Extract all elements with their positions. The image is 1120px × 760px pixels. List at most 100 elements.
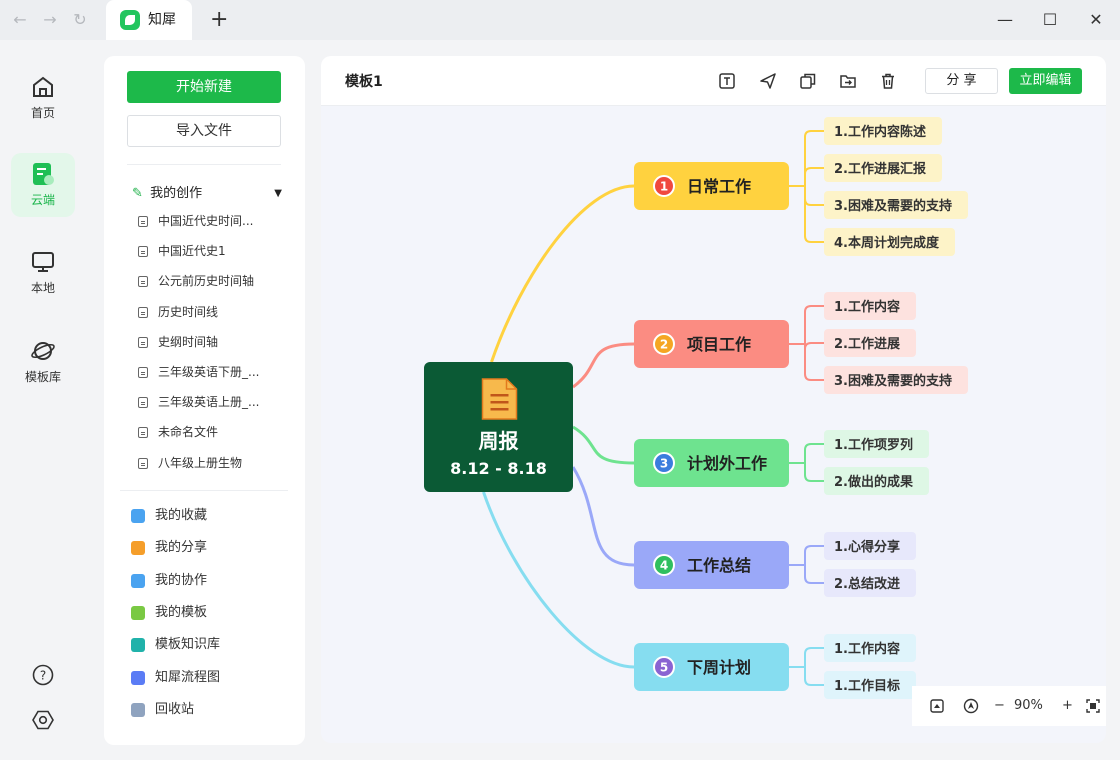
fit-screen-icon[interactable] xyxy=(1086,699,1100,713)
text-icon[interactable] xyxy=(718,72,736,90)
import-button[interactable]: 导入文件 xyxy=(127,115,281,147)
new-button[interactable]: 开始新建 xyxy=(127,71,281,103)
leaf-node[interactable]: 1.工作内容 xyxy=(824,292,916,320)
zoom-in-button[interactable]: + xyxy=(1062,696,1073,716)
branch-node[interactable]: 4 工作总结 xyxy=(634,541,789,589)
file-item[interactable]: 三年级英语下册_... xyxy=(134,357,284,387)
rail-item-templates[interactable]: 模板库 xyxy=(11,330,75,394)
leaf-connector xyxy=(804,678,824,686)
leaf-node[interactable]: 2.总结改进 xyxy=(824,569,916,597)
file-item[interactable]: 中国近代史时间... xyxy=(134,206,284,236)
leaf-node[interactable]: 4.本周计划完成度 xyxy=(824,228,955,256)
file-item[interactable]: 史纲时间轴 xyxy=(134,327,284,357)
zoom-bar: − 90% + xyxy=(912,686,1106,726)
file-item[interactable]: 八年级上册生物 xyxy=(134,448,284,478)
rail-item-local[interactable]: 本地 xyxy=(11,241,75,305)
minimize-icon[interactable]: — xyxy=(993,8,1017,32)
branch-node[interactable]: 2 项目工作 xyxy=(634,320,789,368)
file-item[interactable]: 未命名文件 xyxy=(134,417,284,447)
caret-down-icon[interactable]: ▼ xyxy=(274,184,282,204)
branch-connector xyxy=(572,425,635,465)
leaf-connector xyxy=(804,474,824,482)
file-item[interactable]: 三年级英语上册_... xyxy=(134,387,284,417)
app-logo-icon xyxy=(120,10,140,30)
edit-now-button[interactable]: 立即编辑 xyxy=(1009,68,1082,94)
locate-icon[interactable] xyxy=(963,698,979,714)
doc-icon xyxy=(138,276,148,288)
sidebar-menu-item[interactable]: 我的分享 xyxy=(131,538,207,558)
maximize-icon[interactable]: ☐ xyxy=(1038,8,1062,32)
my-create-folder[interactable]: ✎ 我的创作 ▼ xyxy=(132,184,282,204)
sidebar-menu-item[interactable]: 我的模板 xyxy=(131,603,207,623)
menu-label: 我的协作 xyxy=(155,572,208,588)
root-node[interactable]: 周报 8.12 - 8.18 xyxy=(424,362,573,492)
branch-number: 3 xyxy=(660,457,668,471)
template-icon xyxy=(131,605,145,620)
branch-node[interactable]: 3 计划外工作 xyxy=(634,439,789,487)
leaf-node[interactable]: 1.工作目标 xyxy=(824,671,916,699)
leaf-label: 1.工作项罗列 xyxy=(834,437,913,453)
leaf-label: 2.工作进展汇报 xyxy=(834,161,927,177)
branch-label: 计划外工作 xyxy=(687,454,767,473)
file-item[interactable]: 公元前历史时间轴 xyxy=(134,266,284,296)
new-tab-button[interactable]: + xyxy=(210,8,228,32)
sidebar-menu-item[interactable]: 知犀流程图 xyxy=(131,668,220,688)
sidebar-menu-item[interactable]: 回收站 xyxy=(131,700,194,720)
leaf-node[interactable]: 3.困难及需要的支持 xyxy=(824,366,968,394)
file-item[interactable]: 历史时间线 xyxy=(134,297,284,327)
branch-node[interactable]: 1 日常工作 xyxy=(634,162,789,210)
help-icon[interactable]: ? xyxy=(32,664,54,686)
tab-zhixi[interactable]: 知犀 xyxy=(106,0,192,40)
leaf-node[interactable]: 2.工作进展 xyxy=(824,329,916,357)
share-button[interactable]: 分 享 xyxy=(925,68,998,94)
refresh-icon[interactable]: ↻ xyxy=(70,10,90,30)
leaf-label: 2.工作进展 xyxy=(834,336,901,352)
delete-icon[interactable] xyxy=(879,72,897,90)
leaf-connector xyxy=(804,443,824,451)
file-item[interactable]: 中国近代史1 xyxy=(134,236,284,266)
send-icon[interactable] xyxy=(759,72,777,90)
forward-icon[interactable]: → xyxy=(40,10,60,30)
settings-icon[interactable] xyxy=(32,709,54,731)
minimap-icon[interactable] xyxy=(930,699,944,713)
export-icon[interactable] xyxy=(839,72,857,90)
file-name: 历史时间线 xyxy=(158,304,219,319)
leaf-node[interactable]: 1.工作内容 xyxy=(824,634,916,662)
sidebar-menu-item[interactable]: 模板知识库 xyxy=(131,635,220,655)
book-icon xyxy=(131,638,145,653)
menu-label: 模板知识库 xyxy=(155,637,221,653)
leaf-node[interactable]: 1.工作项罗列 xyxy=(824,430,929,458)
mindmap[interactable]: 1 日常工作 1.工作内容陈述 2.工作进展汇报 3.困难及需要的支持 4.本周计划完成度… xyxy=(321,56,1106,743)
branch-number: 4 xyxy=(660,559,668,573)
sidebar-menu-item[interactable]: 我的收藏 xyxy=(131,506,207,526)
canvas-area[interactable]: 1 日常工作 1.工作内容陈述 2.工作进展汇报 3.困难及需要的支持 4.本周计划完成度… xyxy=(321,56,1106,743)
leaf-node[interactable]: 3.困难及需要的支持 xyxy=(824,191,968,219)
doc-title[interactable]: 模板1 xyxy=(345,71,383,91)
trash-icon xyxy=(131,702,145,717)
leaf-label: 2.总结改进 xyxy=(834,576,900,592)
menu-label: 回收站 xyxy=(155,701,195,717)
monitor-icon xyxy=(32,252,54,272)
sidebar-menu-item[interactable]: 我的协作 xyxy=(131,571,207,591)
leaf-label: 2.做出的成果 xyxy=(834,474,913,490)
branch-node[interactable]: 5 下周计划 xyxy=(634,643,789,691)
leaf-connector xyxy=(804,576,824,584)
doc-icon xyxy=(138,336,148,348)
rail-item-home[interactable]: 首页 xyxy=(11,66,75,130)
leaf-connector xyxy=(804,342,824,350)
rail-label: 首页 xyxy=(30,106,55,120)
rail-item-cloud[interactable]: 云端 xyxy=(11,153,75,217)
pen-icon: ✎ xyxy=(132,186,143,201)
rail-label: 本地 xyxy=(30,281,55,295)
zoom-out-button[interactable]: − xyxy=(994,696,1005,716)
copy-icon[interactable] xyxy=(799,72,817,90)
star-folder-icon xyxy=(131,509,145,523)
back-icon[interactable]: ← xyxy=(10,10,30,30)
leaf-node[interactable]: 2.做出的成果 xyxy=(824,467,929,495)
leaf-node[interactable]: 1.心得分享 xyxy=(824,532,916,560)
leaf-node[interactable]: 2.工作进展汇报 xyxy=(824,154,942,182)
leaf-node[interactable]: 1.工作内容陈述 xyxy=(824,117,942,145)
close-icon[interactable]: ✕ xyxy=(1084,8,1108,32)
leaf-connector xyxy=(804,167,824,175)
leaf-label: 3.困难及需要的支持 xyxy=(834,198,952,214)
